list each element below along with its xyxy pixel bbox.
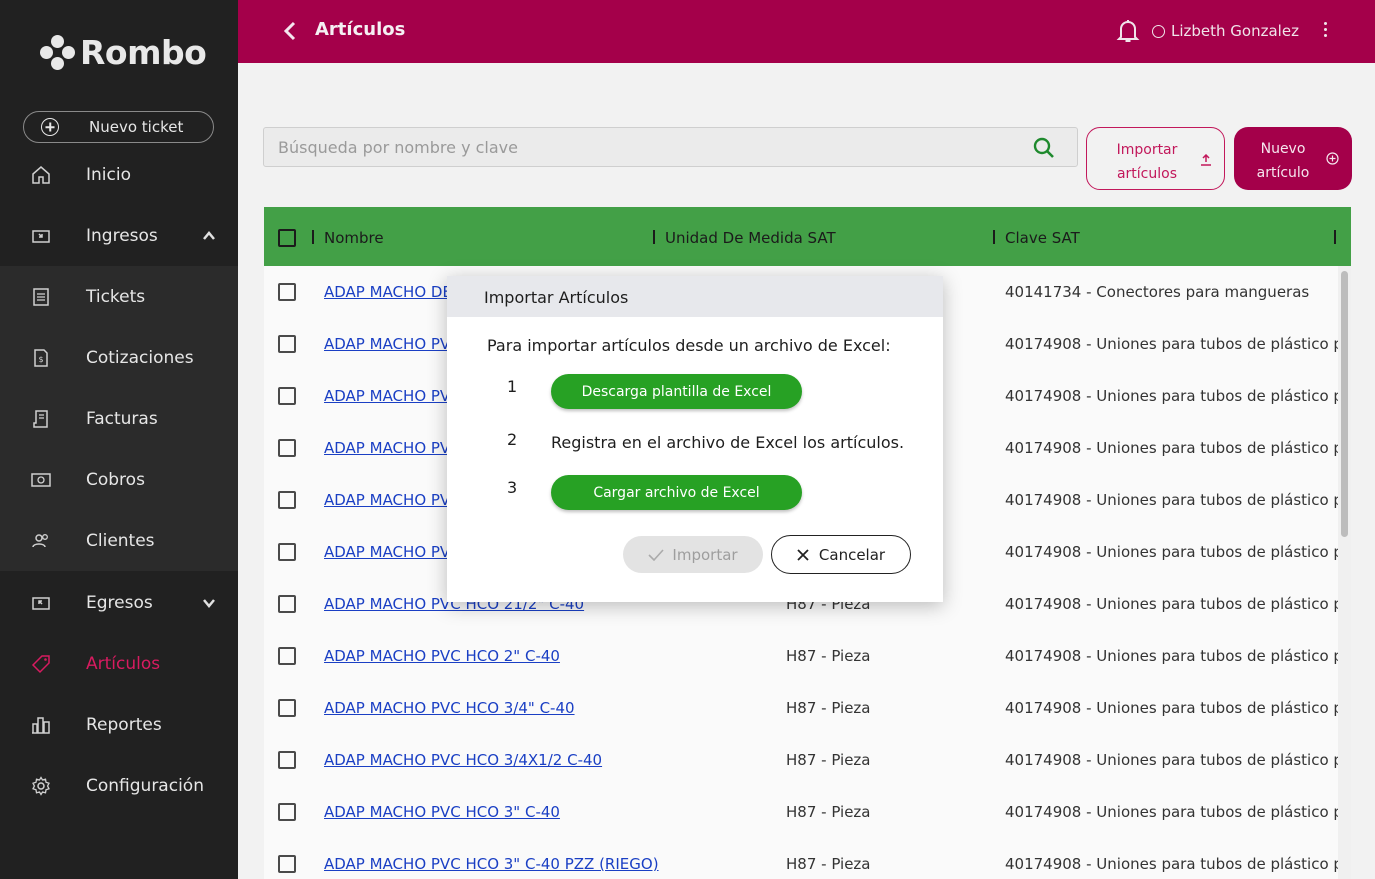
step-text: Registra en el archivo de Excel los artí… xyxy=(551,433,905,452)
import-button[interactable]: Importar xyxy=(623,536,763,573)
import-dialog: Importar Artículos Para importar artícul… xyxy=(447,276,943,602)
dialog-intro: Para importar artículos desde un archivo… xyxy=(487,336,891,355)
download-template-button[interactable]: Descarga plantilla de Excel xyxy=(551,374,802,409)
dialog-title: Importar Artículos xyxy=(484,288,629,307)
cancel-button[interactable]: Cancelar xyxy=(771,535,911,574)
close-icon xyxy=(797,548,809,561)
check-icon xyxy=(648,548,665,561)
cancel-button-label: Cancelar xyxy=(818,545,886,564)
dialog-header: Importar Artículos xyxy=(447,276,943,317)
step-number: 2 xyxy=(507,430,518,449)
import-button-label: Importar xyxy=(672,545,738,564)
step-number: 1 xyxy=(507,377,518,396)
step-number: 3 xyxy=(507,478,518,497)
upload-excel-button[interactable]: Cargar archivo de Excel xyxy=(551,475,802,510)
